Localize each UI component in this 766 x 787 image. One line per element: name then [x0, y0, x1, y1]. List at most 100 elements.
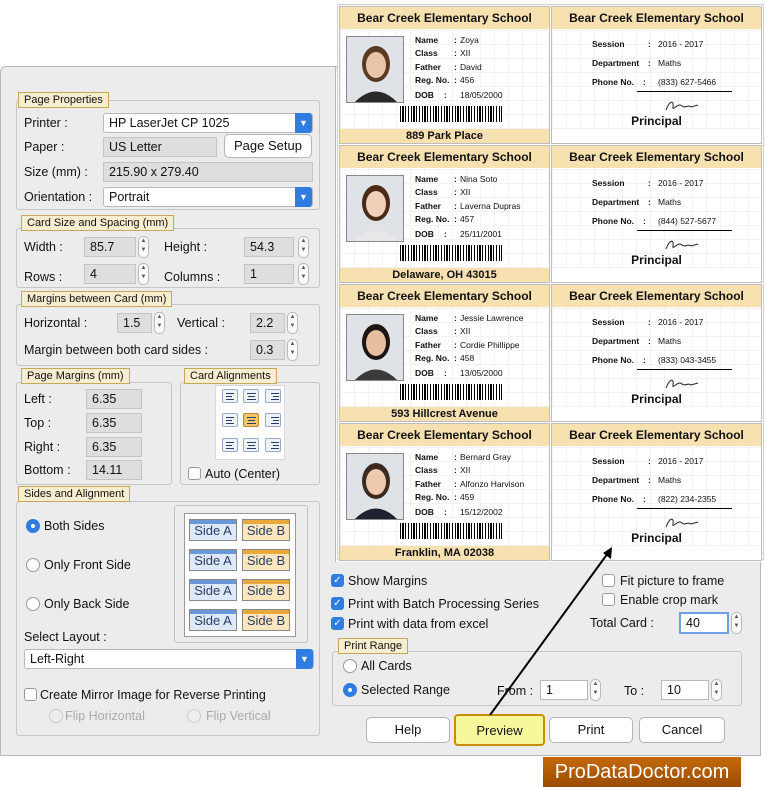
layout-value: Left-Right	[30, 652, 85, 666]
orientation-dropdown[interactable]: Portrait ▼	[103, 187, 313, 207]
reg-no-label: Reg. No.	[415, 353, 450, 363]
session-value: 2016 - 2017	[658, 317, 704, 327]
signature-line	[637, 508, 732, 509]
only-back-radio[interactable]	[26, 597, 40, 611]
reg-no: 457	[460, 214, 475, 224]
flip-vertical-radio[interactable]	[187, 709, 201, 723]
layout-dropdown[interactable]: Left-Right ▼	[24, 649, 314, 669]
mirror-image-checkbox[interactable]	[24, 688, 37, 701]
align-top-center-button[interactable]	[243, 389, 259, 403]
help-button[interactable]: Help	[366, 717, 450, 743]
principal-label: Principal	[631, 114, 682, 128]
columns-field[interactable]: 1	[244, 264, 294, 284]
phone-label: Phone No.	[592, 494, 635, 504]
department-value: Maths	[658, 58, 682, 68]
session-label: Session	[592, 178, 625, 188]
vertical-stepper[interactable]: ▲ ▼	[287, 312, 298, 334]
align-bottom-center-button[interactable]	[243, 438, 259, 452]
father-colon: :	[454, 479, 457, 489]
barcode	[400, 245, 502, 261]
reg-no-colon: :	[454, 353, 457, 363]
batch-series-checkbox[interactable]: ✓	[331, 597, 344, 610]
phone-value: (833) 627-5466	[658, 77, 717, 87]
bottom-margin-field[interactable]: 14.11	[86, 460, 142, 480]
to-field[interactable]: 10	[661, 680, 709, 700]
printer-dropdown[interactable]: HP LaserJet CP 1025 ▼	[103, 113, 313, 133]
signature-icon	[665, 101, 699, 111]
school-name: Bear Creek Elementary School	[340, 285, 549, 307]
align-bottom-left-button[interactable]	[222, 438, 238, 452]
page-setup-button[interactable]: Page Setup	[224, 134, 312, 158]
data-excel-label: Print with data from excel	[348, 617, 489, 631]
horizontal-label: Horizontal :	[24, 316, 88, 330]
school-name: Bear Creek Elementary School	[552, 424, 761, 446]
both-sides-margin-field[interactable]: 0.3	[250, 340, 285, 360]
student-photo	[346, 453, 404, 520]
department-label: Department	[592, 197, 640, 207]
auto-center-checkbox[interactable]	[188, 467, 201, 480]
school-name: Bear Creek Elementary School	[552, 146, 761, 168]
print-button[interactable]: Print	[549, 717, 633, 743]
flip-horizontal-radio[interactable]	[49, 709, 63, 723]
align-middle-right-button[interactable]	[265, 413, 281, 427]
align-top-left-button[interactable]	[222, 389, 238, 403]
reg-no-label: Reg. No.	[415, 492, 450, 502]
father-name: Cordie Phillippe	[460, 340, 520, 350]
all-cards-radio[interactable]	[343, 659, 357, 673]
vertical-field[interactable]: 2.2	[250, 313, 285, 333]
reg-no-colon: :	[454, 75, 457, 85]
barcode	[400, 106, 502, 122]
both-sides-radio[interactable]	[26, 519, 40, 533]
flip-horizontal-label: Flip Horizontal	[65, 709, 145, 723]
cancel-button[interactable]: Cancel	[639, 717, 725, 743]
left-margin-field[interactable]: 6.35	[86, 389, 142, 409]
horizontal-stepper[interactable]: ▲ ▼	[154, 312, 165, 334]
selected-range-radio[interactable]	[343, 683, 357, 697]
horizontal-field[interactable]: 1.5	[117, 313, 152, 333]
align-top-right-button[interactable]	[265, 389, 281, 403]
right-margin-field[interactable]: 6.35	[86, 437, 142, 457]
both-sides-margin-label: Margin between both card sides :	[24, 343, 209, 357]
paper-field: US Letter	[103, 137, 217, 157]
class-colon: :	[454, 465, 457, 475]
all-cards-label: All Cards	[361, 659, 412, 673]
both-sides-margin-stepper[interactable]: ▲ ▼	[287, 339, 298, 361]
align-middle-left-button[interactable]	[222, 413, 238, 427]
only-front-radio[interactable]	[26, 558, 40, 572]
session-value: 2016 - 2017	[658, 178, 704, 188]
total-card-field[interactable]: 40	[679, 612, 729, 634]
height-field[interactable]: 54.3	[244, 237, 294, 257]
side-a-cell: Side A	[189, 609, 237, 631]
student-class: XII	[460, 465, 471, 475]
show-margins-checkbox[interactable]: ✓	[331, 574, 344, 587]
page-margins-legend: Page Margins (mm)	[21, 368, 130, 384]
department-colon: :	[648, 336, 651, 346]
rows-field[interactable]: 4	[84, 264, 136, 284]
father-label: Father	[415, 62, 441, 72]
student-class: XII	[460, 326, 471, 336]
student-name: Nina Soto	[460, 174, 498, 184]
columns-stepper[interactable]: ▲ ▼	[298, 263, 309, 285]
total-card-stepper[interactable]: ▲ ▼	[731, 612, 742, 634]
dob-value: 15/12/2002	[460, 507, 503, 517]
card-back: Bear Creek Elementary School Session:2016…	[551, 6, 762, 144]
top-margin-field[interactable]: 6.35	[86, 413, 142, 433]
school-name: Bear Creek Elementary School	[552, 285, 761, 307]
address: Delaware, OH 43015	[340, 268, 549, 282]
school-name: Bear Creek Elementary School	[552, 7, 761, 29]
card-front: Bear Creek Elementary School Name: Bernard…	[339, 423, 550, 561]
department-label: Department	[592, 58, 640, 68]
school-name: Bear Creek Elementary School	[340, 146, 549, 168]
height-stepper[interactable]: ▲ ▼	[298, 236, 309, 258]
signature-icon	[665, 518, 699, 528]
session-value: 2016 - 2017	[658, 456, 704, 466]
to-stepper[interactable]: ▲ ▼	[711, 679, 722, 701]
both-sides-label: Both Sides	[44, 519, 105, 533]
data-excel-checkbox[interactable]: ✓	[331, 617, 344, 630]
align-bottom-right-button[interactable]	[265, 438, 281, 452]
rows-stepper[interactable]: ▲ ▼	[138, 263, 149, 285]
width-stepper[interactable]: ▲ ▼	[138, 236, 149, 258]
father-name: David	[460, 62, 482, 72]
align-middle-center-button[interactable]	[243, 413, 259, 427]
width-field[interactable]: 85.7	[84, 237, 136, 257]
